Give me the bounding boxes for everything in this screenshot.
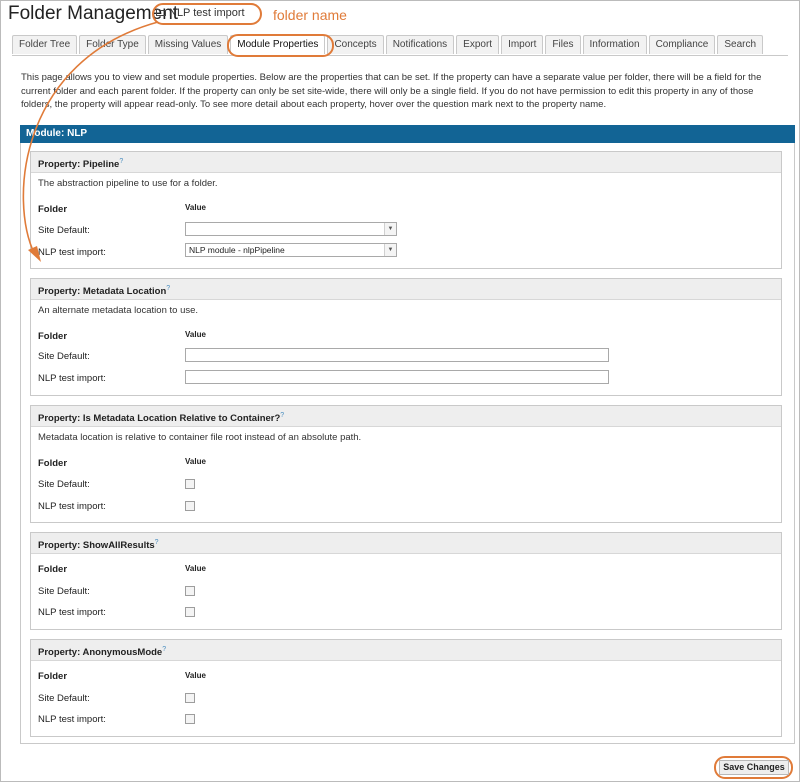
annotation-arrow [22, 21, 159, 262]
